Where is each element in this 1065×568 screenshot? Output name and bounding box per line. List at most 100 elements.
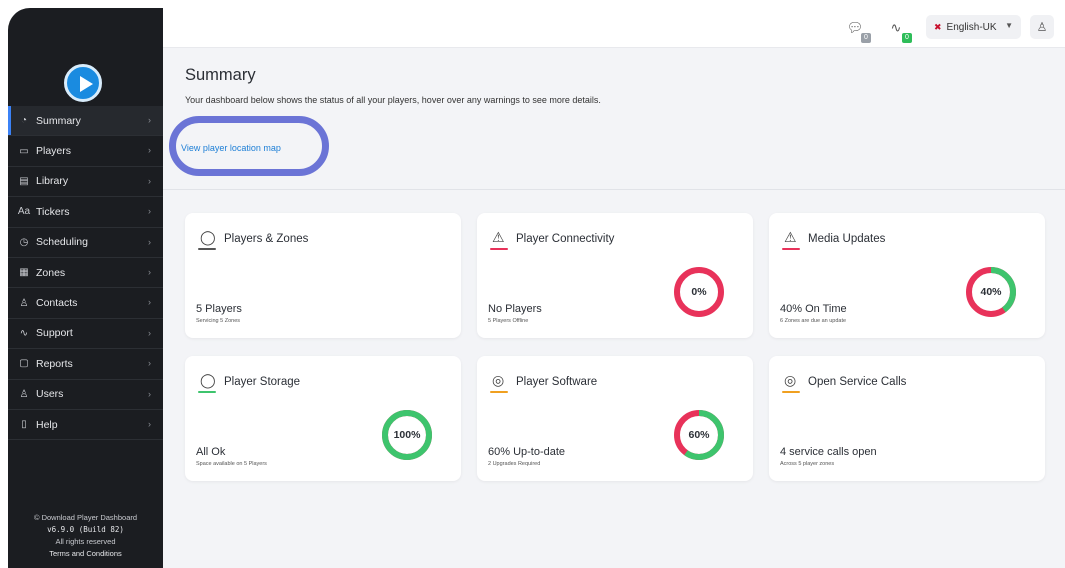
card-subtext: Across 5 player zones [780, 461, 835, 467]
warning-icon: ⚠︎ [492, 229, 505, 245]
card-value: 60% Up-to-date [488, 446, 566, 458]
sidebar-item-scheduling[interactable]: ◷ Scheduling › [8, 228, 163, 258]
donut-percent: 100% [393, 429, 421, 441]
language-label: English-UK [946, 21, 997, 33]
card-players-zones[interactable]: ◯ Players & Zones 5 Players Servicing 5 … [185, 213, 461, 338]
card-player-storage[interactable]: ◯ Player Storage 100% All Ok Space avail… [185, 356, 461, 481]
card-accent [490, 391, 508, 393]
sidebar-nav: ◔ Summary › ▭ Players › ▤ Library › Aa T… [8, 106, 163, 441]
sidebar-item-label: Support [36, 327, 73, 340]
chevron-right-icon: › [148, 358, 151, 369]
page-header: Summary Your dashboard below shows the s… [163, 48, 1065, 190]
card-subtext: 5 Players Offline [488, 318, 529, 324]
sidebar-item-support[interactable]: ∿ Support › [8, 319, 163, 350]
check-circle-icon: ◯ [200, 372, 216, 388]
sidebar-item-contacts[interactable]: ♙ Contacts › [8, 288, 163, 319]
card-accent [198, 248, 216, 250]
card-subtext: 2 Upgrades Required [488, 461, 541, 467]
sidebar-item-label: Summary [36, 114, 81, 127]
chevron-right-icon: › [148, 418, 151, 429]
donut-percent: 60% [688, 429, 710, 441]
card-value: 5 Players [196, 303, 242, 315]
card-subtext: Servicing 5 Zones [196, 318, 241, 324]
sidebar-item-label: Tickers [36, 205, 70, 218]
card-open-service-calls[interactable]: ◎ Open Service Calls 4 service calls ope… [769, 356, 1045, 481]
sidebar-item-label: Contacts [36, 297, 78, 310]
card-title: Player Software [516, 376, 598, 388]
card-value: No Players [488, 303, 542, 315]
messages-badge: 0 [861, 33, 871, 43]
terms-link[interactable]: Terms and Conditions [8, 548, 163, 560]
play-logo-icon[interactable] [64, 64, 102, 102]
user-icon: ♙ [19, 388, 29, 400]
dashboard-cards: ◯ Players & Zones 5 Players Servicing 5 … [163, 191, 1065, 568]
copyright-text: © Download Player Dashboard [33, 513, 138, 522]
sidebar: ◔ Summary › ▭ Players › ▤ Library › Aa T… [8, 8, 163, 568]
version-text: v6.9.0 (Build 82) [47, 525, 124, 534]
card-title: Media Updates [808, 233, 886, 245]
player-device-icon: ▭ [19, 145, 29, 157]
sidebar-item-reports[interactable]: ▢ Reports › [8, 349, 163, 380]
sidebar-item-label: Reports [36, 357, 73, 370]
rights-text: All rights reserved [55, 537, 116, 546]
sidebar-item-label: Users [36, 388, 64, 401]
sidebar-item-label: Help [36, 418, 58, 431]
chevron-right-icon: › [148, 175, 151, 186]
card-title: Player Storage [224, 376, 301, 388]
sidebar-item-label: Players [36, 145, 72, 158]
activity-button[interactable]: ∿ 0 [885, 17, 912, 43]
warning-icon: ⚠︎ [784, 229, 797, 245]
card-title: Player Connectivity [516, 233, 615, 245]
gauge-icon: ◔ [20, 115, 28, 127]
sidebar-item-library[interactable]: ▤ Library › [8, 167, 163, 198]
grid-icon: ▦ [19, 267, 29, 279]
activity-badge: 0 [902, 33, 912, 43]
chevron-right-icon: › [148, 236, 151, 247]
card-accent [782, 391, 800, 393]
page-title: Summary [185, 66, 256, 84]
view-map-button[interactable]: View player location map [181, 143, 281, 153]
topbar: 💬︎ 0 ∿ 0 ✖ English-UK ▼ ♙ [163, 8, 1065, 48]
sidebar-item-players[interactable]: ▭ Players › [8, 136, 163, 167]
card-subtext: Space available on 5 Players [196, 461, 267, 467]
chevron-down-icon: ▼ [1005, 21, 1013, 30]
pulse-icon: ∿ [19, 327, 29, 339]
card-value: 4 service calls open [780, 446, 877, 458]
sidebar-item-summary[interactable]: ◔ Summary › [8, 106, 163, 137]
check-circle-icon: ◯ [200, 229, 216, 245]
card-accent [782, 248, 800, 250]
uk-flag-icon: ✖ [934, 21, 942, 32]
software-icon: ◎ [492, 372, 505, 388]
library-icon: ▤ [19, 175, 29, 187]
chevron-right-icon: › [148, 266, 151, 277]
card-accent [490, 248, 508, 250]
software-icon: ◎ [784, 372, 797, 388]
help-icon: ▯ [21, 419, 27, 431]
clock-icon: ◷ [19, 236, 29, 248]
contacts-icon: ♙ [19, 297, 29, 309]
card-player-software[interactable]: ◎ Player Software 60% 60% Up-to-date 2 U… [477, 356, 753, 481]
donut-percent: 0% [691, 286, 707, 298]
chevron-right-icon: › [148, 388, 151, 399]
sidebar-item-label: Zones [36, 266, 66, 279]
sidebar-item-tickers[interactable]: Aa Tickers › [8, 197, 163, 228]
card-media-updates[interactable]: ⚠︎ Media Updates 40% 40% On Time 6 Zones… [769, 213, 1045, 338]
sidebar-footer: © Download Player Dashboard v6.9.0 (Buil… [8, 512, 163, 560]
language-select[interactable]: ✖ English-UK ▼ [926, 15, 1021, 39]
user-icon: ♙ [1036, 20, 1048, 34]
card-subtext: 6 Zones are due an update [780, 318, 847, 324]
report-icon: ▢ [19, 358, 29, 370]
sidebar-item-users[interactable]: ♙ Users › [8, 380, 163, 410]
chevron-right-icon: › [148, 115, 151, 125]
card-accent [198, 391, 216, 393]
sidebar-item-help[interactable]: ▯ Help › [8, 410, 163, 441]
card-player-connectivity[interactable]: ⚠︎ Player Connectivity 0% No Players 5 P… [477, 213, 753, 338]
user-menu-button[interactable]: ♙ [1030, 15, 1054, 39]
messages-button[interactable]: 💬︎ 0 [844, 17, 871, 43]
text-icon: Aa [17, 206, 31, 218]
sidebar-item-label: Scheduling [36, 236, 88, 249]
sidebar-item-label: Library [36, 175, 69, 188]
pulse-icon: ∿ [890, 20, 902, 35]
chevron-right-icon: › [148, 327, 151, 338]
sidebar-item-zones[interactable]: ▦ Zones › [8, 258, 163, 289]
